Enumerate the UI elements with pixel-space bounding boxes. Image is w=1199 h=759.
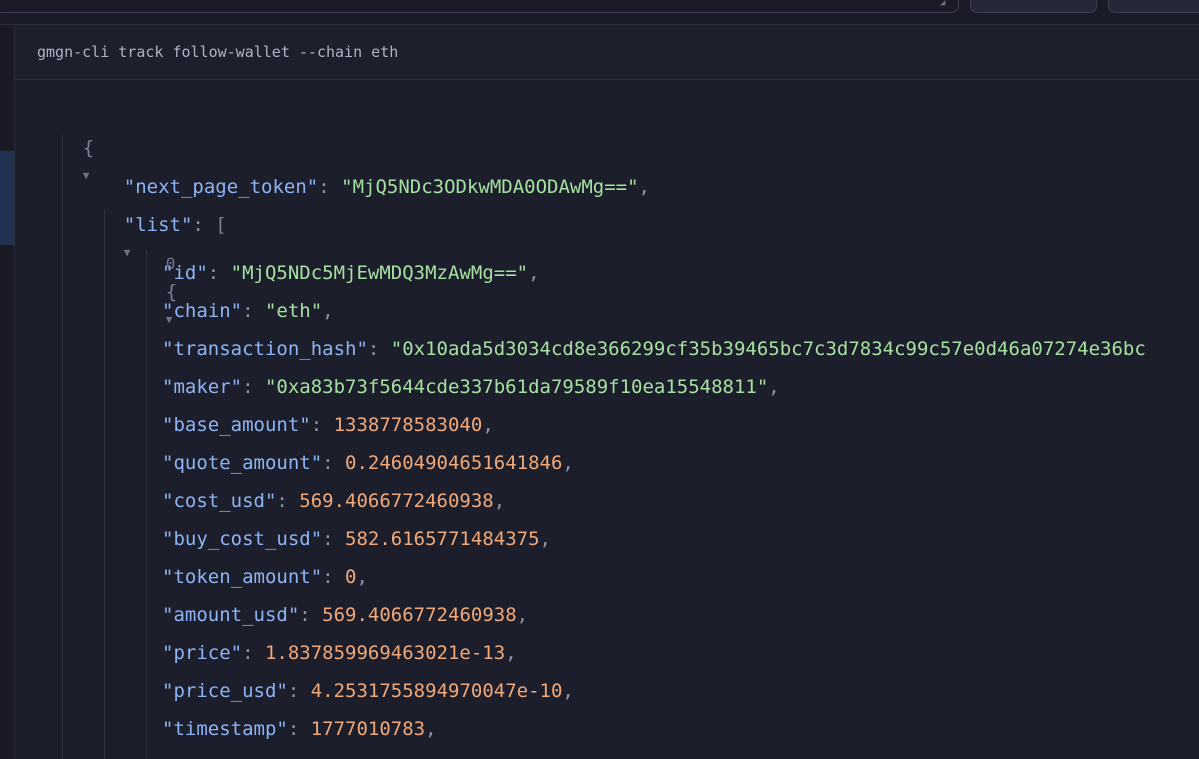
json-key: "amount_usd" [162,604,300,626]
json-field-row: "buy_cost_usd": 582.6165771484375, [162,525,551,553]
json-number-value: 569.4066772460938 [299,490,494,512]
json-key: "base_amount" [162,414,311,436]
indent-guide-list [104,210,105,759]
input-corner-icon: ◢ [940,0,946,8]
json-string-value: "0xa83b73f5644cde337b61da79589f10ea15548… [264,376,769,398]
next-page-token-row: "next_page_token": "MjQ5NDc3ODkwMDA0ODAw… [123,176,650,198]
trailing-comma: , [425,718,437,740]
key-separator: : [287,680,311,702]
key-separator: : [276,490,300,512]
json-key: "timestamp" [162,718,288,740]
trailing-comma: , [562,452,574,474]
top-input-field[interactable]: ◢ [0,0,959,13]
command-bar: gmgn-cli track follow-wallet --chain eth [15,25,1199,80]
json-field-row: "chain": "eth", [162,297,334,325]
json-viewer: { ▼ "next_page_token": "MjQ5NDc3ODkwMDA0… [15,80,1199,759]
trailing-comma: , [482,414,494,436]
list-item-0-open: 0 { ▼ [120,221,177,326]
key-separator: : [242,642,265,664]
json-key: "id" [162,262,208,284]
key-separator: : [242,376,265,398]
json-number-value: 569.4066772460938 [322,604,517,626]
key-separator: : [242,300,265,322]
json-field-row: "maker": "0xa83b73f5644cde337b61da79589f… [162,373,780,401]
key-separator: : [299,604,323,626]
key-separator: : [287,718,311,740]
active-rail-marker [0,151,14,245]
toolbar-button-2[interactable] [1108,0,1199,13]
json-number-value: 0.24604904651641846 [345,452,563,474]
json-key: "price_usd" [162,680,288,702]
trailing-comma: , [539,528,551,550]
left-rail [0,25,15,759]
json-field-row: "amount_usd": 569.4066772460938, [162,601,528,629]
trailing-comma: , [562,680,574,702]
trailing-comma: , [322,300,334,322]
json-number-value: 1.837859969463021e-13 [264,642,506,664]
key-separator: : [322,528,346,550]
trailing-comma: , [768,376,780,398]
json-string-value: "eth" [264,300,323,322]
json-field-row: "timestamp": 1777010783, [162,715,437,743]
json-key: "token_amount" [162,566,323,588]
json-number-value: 582.6165771484375 [345,528,540,550]
json-field-row: "token_amount": 0, [162,563,368,591]
json-key: "maker" [162,376,243,398]
json-key: "price" [162,642,243,664]
json-key: "quote_amount" [162,452,323,474]
key-separator: : [310,414,334,436]
trailing-comma: , [528,262,540,284]
list-row: "list": [ ▼ [123,214,227,259]
trailing-comma: , [505,642,517,664]
top-toolbar: ◢ [0,0,1199,25]
key-separator: : [367,338,391,360]
json-field-row: "id": "MjQ5NDc5MjEwMDQ3MzAwMg==", [162,259,540,287]
json-string-value: "0x10ada5d3034cd8e366299cf35b39465bc7c3d… [390,338,1146,360]
json-number-value: 0 [345,566,357,588]
command-text: gmgn-cli track follow-wallet --chain eth [37,43,399,61]
trailing-comma: , [516,604,529,626]
trailing-comma: , [356,566,368,588]
json-string-value: "MjQ5NDc5MjEwMDQ3MzAwMg==" [230,262,529,284]
indent-guide-root [62,135,63,759]
json-field-row: "transaction_hash": "0x10ada5d3034cd8e36… [162,335,1146,363]
json-key: "cost_usd" [162,490,277,512]
json-field-row: "quote_amount": 0.24604904651641846, [162,449,574,477]
toolbar-button-1[interactable] [970,0,1097,13]
trailing-comma: , [493,490,506,512]
json-key: "chain" [162,300,243,322]
key-separator: : [322,452,346,474]
json-number-value: 4.2531755894970047e-10 [310,680,563,702]
key-separator: : [322,566,346,588]
list-bracket: [ [215,214,227,236]
json-number-value: 1338778583040 [333,414,483,436]
json-key: "buy_cost_usd" [162,528,323,550]
key-separator: : [207,262,231,284]
json-number-value: 1777010783 [310,718,426,740]
root-object-open: { ▼ [37,106,94,182]
json-key: "transaction_hash" [162,338,368,360]
json-field-row: "base_amount": 1338778583040, [162,411,494,439]
json-field-row: "cost_usd": 569.4066772460938, [162,487,505,515]
json-field-row: "price_usd": 4.2531755894970047e-10, [162,677,574,705]
json-field-row: "price": 1.837859969463021e-13, [162,639,517,667]
json-string-value: "MjQ5NDc3ODkwMDA0ODAwMg==" [341,176,639,198]
